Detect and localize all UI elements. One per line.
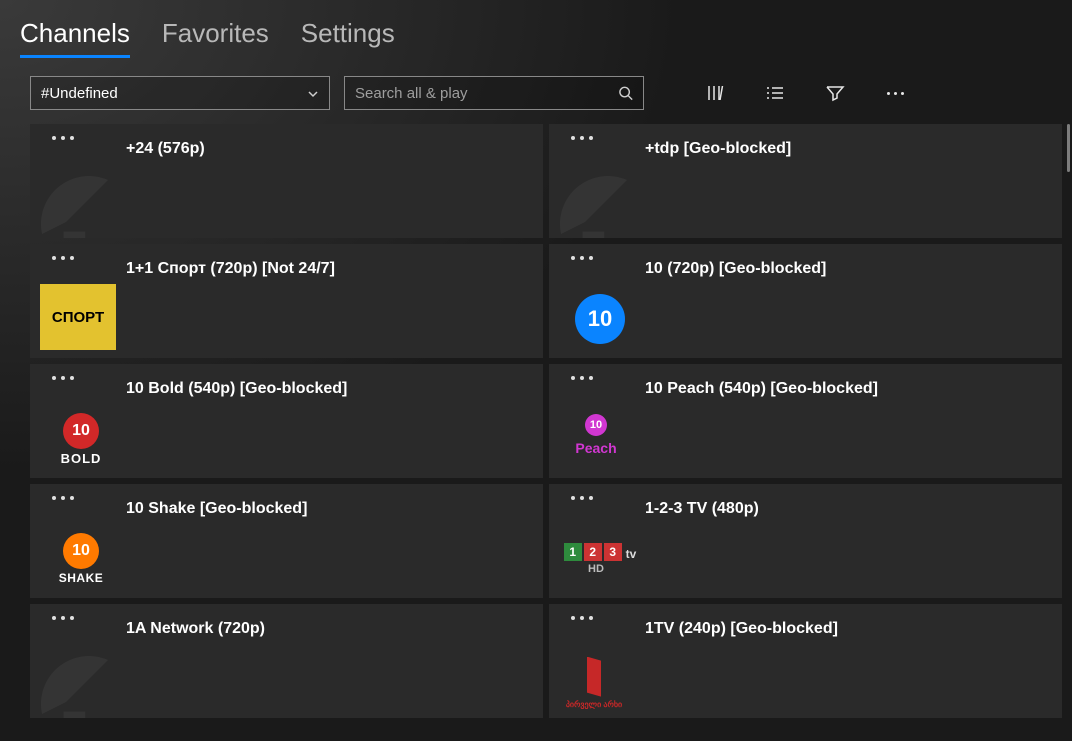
tab-settings[interactable]: Settings — [301, 18, 395, 58]
channel-title: 10 Shake [Geo-blocked] — [126, 500, 307, 598]
channel-tile[interactable]: პირველი არხი 1TV (240p) [Geo-blocked] — [549, 604, 1062, 718]
search-box[interactable] — [344, 76, 644, 110]
dropdown-value: #Undefined — [41, 85, 118, 102]
channel-tile[interactable]: 123tv HD 1-2-3 TV (480p) — [549, 484, 1062, 598]
channel-title: 10 Peach (540p) [Geo-blocked] — [645, 380, 878, 478]
view-list-button[interactable] — [752, 76, 798, 110]
tile-menu-button[interactable] — [48, 490, 78, 506]
tile-menu-button[interactable] — [48, 130, 78, 146]
channel-logo: 10 SHAKE — [40, 524, 122, 594]
channel-title: 1A Network (720p) — [126, 620, 265, 718]
channel-tile[interactable]: 10 10 (720p) [Geo-blocked] — [549, 244, 1062, 358]
channel-title: 1+1 Спорт (720p) [Not 24/7] — [126, 260, 335, 358]
tile-menu-button[interactable] — [567, 250, 597, 266]
tile-menu-button[interactable] — [567, 490, 597, 506]
tab-favorites[interactable]: Favorites — [162, 18, 269, 58]
channel-tile[interactable]: 1A Network (720p) — [30, 604, 543, 718]
channel-title: 1-2-3 TV (480p) — [645, 500, 759, 598]
tab-channels[interactable]: Channels — [20, 18, 130, 58]
channel-logo: СПОРТ — [40, 284, 116, 350]
channel-tile[interactable]: СПОРТ 1+1 Спорт (720p) [Not 24/7] — [30, 244, 543, 358]
channel-logo: 123tv HD — [559, 524, 641, 594]
channel-logo: 10 BOLD — [40, 404, 122, 474]
tile-menu-button[interactable] — [48, 610, 78, 626]
channel-logo: 10 Peach — [555, 400, 637, 470]
tile-menu-button[interactable] — [567, 130, 597, 146]
tab-bar: Channels Favorites Settings — [0, 0, 1072, 68]
channel-tile[interactable]: 10 Peach 10 Peach (540p) [Geo-blocked] — [549, 364, 1062, 478]
channel-logo: 10 — [559, 284, 641, 354]
view-columns-button[interactable] — [692, 76, 738, 110]
channel-grid-container: +24 (576p) +tdp [Geo-blocked] СПОРТ 1+1 … — [0, 124, 1072, 725]
category-dropdown[interactable]: #Undefined — [30, 76, 330, 110]
channel-tile[interactable]: +tdp [Geo-blocked] — [549, 124, 1062, 238]
more-button[interactable] — [872, 76, 918, 110]
channel-title: 10 Bold (540p) [Geo-blocked] — [126, 380, 347, 478]
channel-title: 10 (720p) [Geo-blocked] — [645, 260, 826, 358]
channel-tile[interactable]: +24 (576p) — [30, 124, 543, 238]
channel-title: +tdp [Geo-blocked] — [645, 140, 791, 238]
tile-menu-button[interactable] — [48, 370, 78, 386]
search-input[interactable] — [355, 85, 618, 102]
channel-tile[interactable]: 10 SHAKE 10 Shake [Geo-blocked] — [30, 484, 543, 598]
tile-menu-button[interactable] — [567, 370, 597, 386]
tile-menu-button[interactable] — [567, 610, 597, 626]
filter-button[interactable] — [812, 76, 858, 110]
chevron-down-icon — [307, 87, 319, 99]
toolbar: #Undefined — [0, 68, 1072, 124]
search-icon — [618, 85, 633, 101]
channel-grid: +24 (576p) +tdp [Geo-blocked] СПОРТ 1+1 … — [30, 124, 1062, 718]
tile-menu-button[interactable] — [48, 250, 78, 266]
ellipsis-icon — [887, 92, 904, 95]
channel-title: 1TV (240p) [Geo-blocked] — [645, 620, 838, 718]
channel-logo: პირველი არხი — [553, 648, 635, 718]
scrollbar-thumb[interactable] — [1067, 124, 1070, 172]
channel-tile[interactable]: 10 BOLD 10 Bold (540p) [Geo-blocked] — [30, 364, 543, 478]
